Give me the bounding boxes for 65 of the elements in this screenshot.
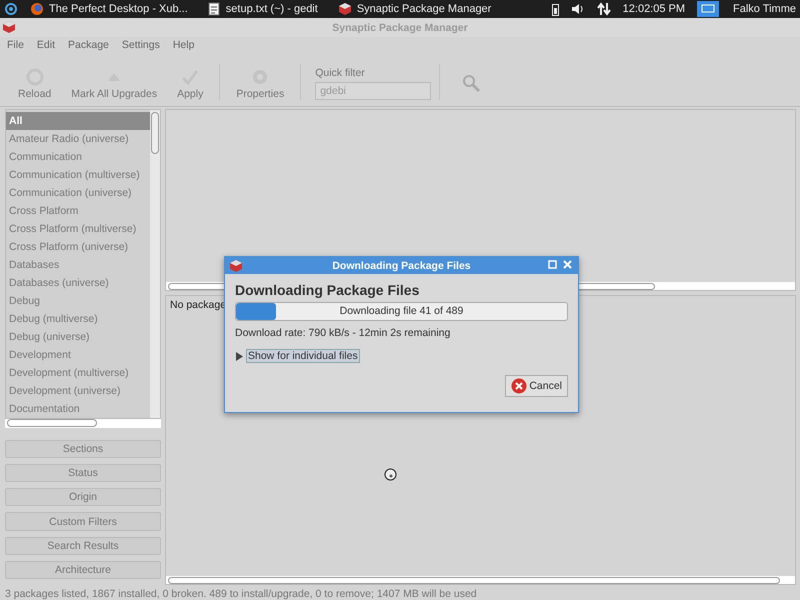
busy-cursor-icon [384,468,397,481]
taskbar-item[interactable]: The Perfect Desktop - Xub... [49,3,188,15]
expander-button[interactable]: Show for individual files [246,349,360,363]
section-item[interactable]: Cross Platform (universe) [6,238,150,256]
dialog-heading: Downloading Package Files [235,282,420,298]
clock[interactable]: 12:02:05 PM [622,3,686,15]
package-icon [338,2,352,16]
filter-button[interactable]: Sections [5,440,161,458]
network-icon[interactable] [596,2,611,16]
section-item[interactable]: Debug [6,292,150,310]
cancel-button[interactable]: Cancel [505,375,568,397]
notepad-icon [208,2,221,16]
toolbar-button[interactable]: Reload [10,66,60,100]
menu-item[interactable]: Help [168,38,202,50]
section-item[interactable]: Databases (universe) [6,274,150,292]
download-rate: Download rate: 790 kB/s - 12min 2s remaining [235,327,450,339]
cancel-icon [511,378,528,394]
section-item[interactable]: Documentation [6,400,150,418]
menu-item[interactable]: Edit [32,38,64,50]
menu-item[interactable]: Settings [116,38,168,50]
filter-button[interactable]: Architecture [5,560,161,579]
section-item[interactable]: Amateur Radio (universe) [6,130,150,148]
scrollbar-thumb[interactable] [168,576,780,584]
battery-icon[interactable] [552,2,559,16]
section-item[interactable]: Databases [6,256,150,274]
display-icon[interactable] [697,1,720,17]
section-item[interactable]: Debug (multiverse) [6,310,150,328]
toolbar-button[interactable]: Properties [228,66,292,100]
menu-icon[interactable] [4,2,18,16]
taskbar-item[interactable]: Synaptic Package Manager [356,3,492,15]
quick-filter-field[interactable]: gdebi [315,82,432,100]
status-text: 3 packages listed, 1867 installed, 0 broken. 489 to install/upgrade, 0 to remove; 1407 MB will be used [4,587,478,600]
section-item[interactable]: Cross Platform [6,202,150,220]
filter-button[interactable]: Search Results [5,536,161,555]
section-item[interactable]: Cross Platform (multiverse) [6,220,150,238]
maximize-icon[interactable] [548,260,557,269]
toolbar-button[interactable]: Mark All Upgrades [63,66,166,100]
section-item[interactable]: Development [6,346,150,364]
scrollbar-thumb[interactable] [7,419,97,428]
section-item[interactable]: Communication (multiverse) [6,166,150,184]
volume-icon[interactable] [570,3,585,15]
section-item[interactable]: Debug (universe) [6,328,150,346]
dialog-title: Downloading Package Files [332,260,471,272]
expander-arrow-icon[interactable] [235,352,244,360]
user-name[interactable]: Falko Timme [733,3,796,15]
section-item[interactable]: All [6,112,150,130]
section-item[interactable]: Development (universe) [6,382,150,400]
close-icon[interactable] [563,260,572,269]
progress-text: Downloading file 41 of 489 [338,304,464,319]
section-item[interactable]: Communication [6,148,150,166]
filter-button[interactable]: Origin [5,488,161,506]
taskbar-item[interactable]: setup.txt (~) - gedit [226,3,318,15]
window-title: Synaptic Package Manager [332,22,468,34]
menu-item[interactable]: Package [63,38,117,50]
filter-button[interactable]: Custom Filters [5,512,161,531]
section-item[interactable]: Communication (universe) [6,184,150,202]
package-icon [229,259,243,273]
browser-icon [30,2,44,16]
toolbar-button[interactable]: Apply [169,66,212,100]
section-item[interactable]: Development (multiverse) [6,364,150,382]
scrollbar-thumb[interactable] [151,112,159,154]
filter-label: Quick filter [315,67,366,79]
menu-item[interactable]: File [2,38,32,50]
details-text: No package [169,298,228,313]
filter-button[interactable]: Status [5,464,161,482]
